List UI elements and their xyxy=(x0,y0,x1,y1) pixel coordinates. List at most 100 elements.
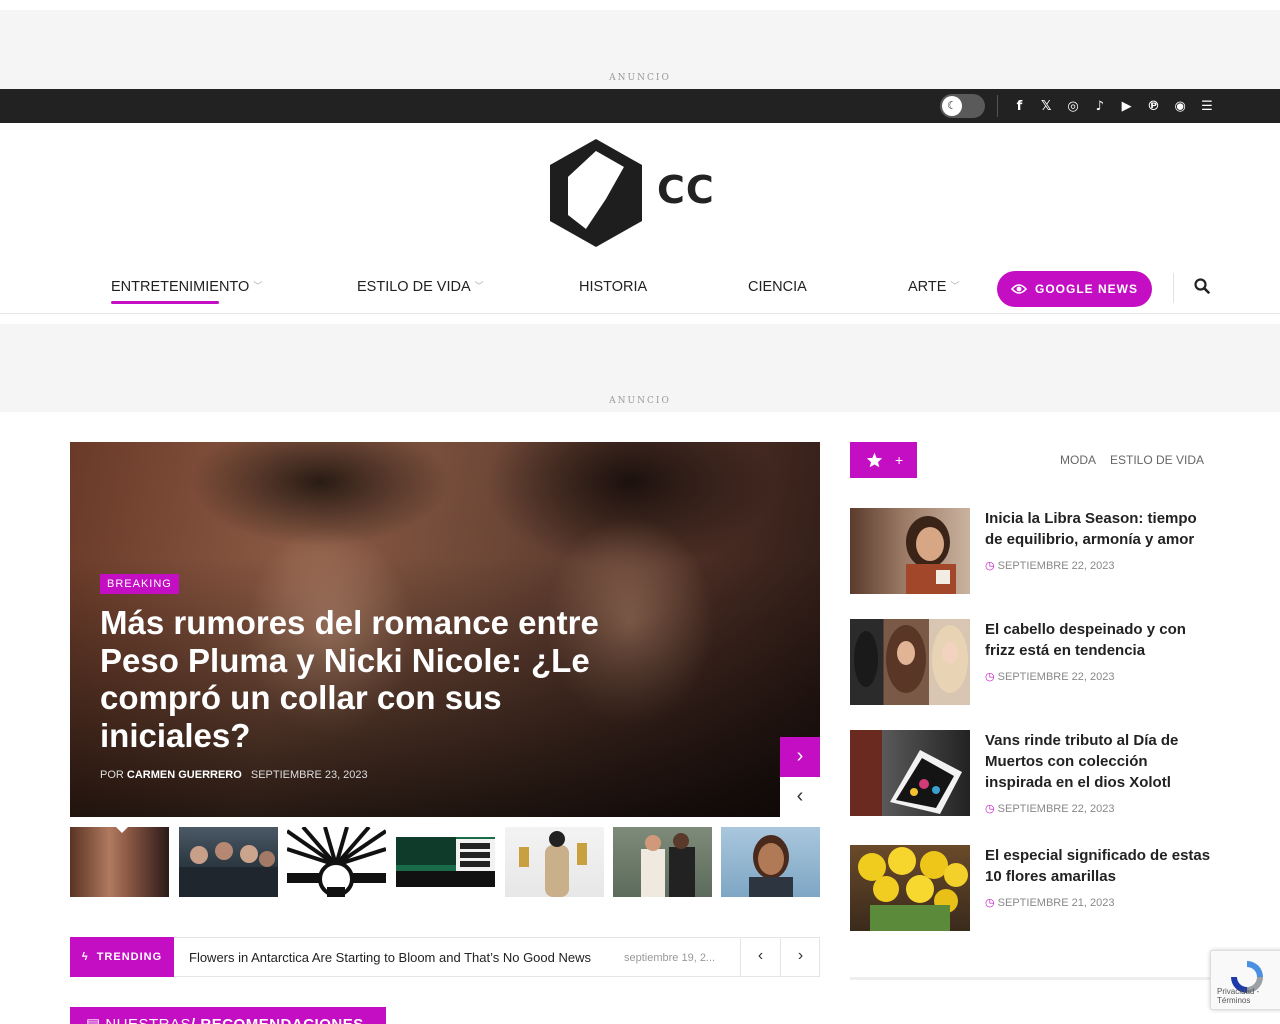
snapchat-icon[interactable]: ◉ xyxy=(1167,99,1194,114)
dark-mode-toggle[interactable]: ☾ xyxy=(940,94,985,118)
facebook-icon[interactable]: f xyxy=(1006,99,1033,114)
sidebar-featured-button[interactable]: + xyxy=(850,442,917,478)
recaptcha-badge[interactable]: Privacidad - Términos xyxy=(1210,950,1280,1010)
clock-icon: ◷ xyxy=(985,803,995,815)
google-news-label: GOOGLE NEWS xyxy=(1034,282,1138,296)
nav-item-historia[interactable]: HISTORIA xyxy=(579,279,647,295)
by-label: POR xyxy=(100,769,124,781)
hero-slide[interactable]: BREAKING Más rumores del romance entre P… xyxy=(70,442,820,817)
chevron-right-icon: › xyxy=(797,947,804,964)
chevron-right-icon: › xyxy=(796,745,804,767)
bolt-icon: ϟ xyxy=(81,951,89,963)
pinterest-icon[interactable]: ℗ xyxy=(1140,99,1167,114)
mid-ad-banner: ANUNCIO xyxy=(0,324,1280,412)
trending-date: septiembre 19, 2... xyxy=(624,952,716,964)
chevron-down-icon: ﹀ xyxy=(950,281,960,291)
moon-icon: ☾ xyxy=(942,96,962,116)
hero-author[interactable]: CARMEN GUERRERO xyxy=(127,769,242,781)
article-title[interactable]: El especial significado de estas 10 flor… xyxy=(985,845,1215,887)
hero-prev-button[interactable]: ‹ xyxy=(780,777,820,817)
sidebar-rule xyxy=(850,977,1210,980)
article-thumbnail[interactable] xyxy=(850,730,970,816)
thumbnail-image xyxy=(906,516,956,594)
thumbnail[interactable] xyxy=(721,827,820,897)
tiktok-icon[interactable]: ♪ xyxy=(1086,99,1113,114)
article-date: ◷ SEPTIEMBRE 22, 2023 xyxy=(985,802,1114,815)
trending-ticker: ϟ TRENDING Flowers in Antarctica Are Sta… xyxy=(70,937,820,977)
thumbnail-image xyxy=(287,827,386,897)
article-date: ◷ SEPTIEMBRE 22, 2023 xyxy=(985,559,1114,572)
nav-item-ciencia[interactable]: CIENCIA xyxy=(748,279,807,295)
nav-label: ARTE xyxy=(908,279,947,295)
article-title[interactable]: El cabello despeinado y con frizz está e… xyxy=(985,619,1215,661)
instagram-icon[interactable]: ◎ xyxy=(1060,99,1087,114)
thumbnail-image xyxy=(850,730,962,816)
nav-label: CIENCIA xyxy=(748,279,807,295)
hero-meta: POR CARMEN GUERRERO SEPTIEMBRE 23, 2023 xyxy=(100,769,368,781)
trending-label-text: TRENDING xyxy=(96,951,163,963)
article-thumbnail[interactable] xyxy=(850,619,970,705)
rss-icon[interactable]: ☰ xyxy=(1194,99,1221,114)
thumbnail[interactable] xyxy=(613,827,712,897)
breaking-badge[interactable]: BREAKING xyxy=(100,574,179,594)
hero-title[interactable]: Más rumores del romance entre Peso Pluma… xyxy=(100,604,600,754)
chevron-left-icon: ‹ xyxy=(757,947,764,964)
nav-divider xyxy=(1173,273,1174,303)
nav-item-arte[interactable]: ARTE ﹀ xyxy=(908,279,959,295)
chevron-down-icon: ﹀ xyxy=(474,281,484,291)
thumbnail[interactable] xyxy=(70,827,169,897)
thumbnail-image xyxy=(749,835,793,897)
tab-estilo-de-vida[interactable]: ESTILO DE VIDA xyxy=(1110,453,1204,467)
hero-date: SEPTIEMBRE 23, 2023 xyxy=(250,769,368,781)
thumbnail-image xyxy=(519,831,587,897)
article-date-text: SEPTIEMBRE 21, 2023 xyxy=(997,897,1115,909)
nav-item-estilo-de-vida[interactable]: ESTILO DE VIDA ﹀ xyxy=(357,279,484,295)
clock-icon: ◷ xyxy=(985,671,995,683)
clock-icon: ◷ xyxy=(985,897,995,909)
clock-icon: ◷ xyxy=(985,560,995,572)
main-nav: ENTRETENIMIENTO ﹀ ESTILO DE VIDA ﹀ HISTORI… xyxy=(0,267,1280,314)
thumbnail[interactable] xyxy=(505,827,604,897)
tab-moda[interactable]: MODA xyxy=(1060,453,1096,467)
star-icon xyxy=(866,452,883,468)
article-thumbnail[interactable] xyxy=(850,508,970,594)
chevron-down-icon: ﹀ xyxy=(253,281,263,291)
trending-next-button[interactable]: › xyxy=(780,937,820,977)
sidebar-tabs: MODA ESTILO DE VIDA xyxy=(1060,453,1204,467)
hero-thumbnails xyxy=(70,827,820,897)
search-icon[interactable] xyxy=(1194,278,1210,294)
thumbnail-image xyxy=(858,847,968,931)
trending-headline[interactable]: Flowers in Antarctica Are Starting to Bl… xyxy=(189,950,591,965)
thumbnail-image xyxy=(854,625,968,693)
recommendations-prefix: NUESTRAS xyxy=(105,1016,191,1024)
article-thumbnail[interactable] xyxy=(850,845,970,931)
trending-prev-button[interactable]: ‹ xyxy=(740,937,780,977)
ad-label: ANUNCIO xyxy=(609,73,671,83)
hero-next-button[interactable]: › xyxy=(780,737,820,777)
nav-item-entretenimiento[interactable]: ENTRETENIMIENTO ﹀ xyxy=(111,279,263,304)
youtube-icon[interactable]: ▶ xyxy=(1113,99,1140,114)
article-date: ◷ SEPTIEMBRE 22, 2023 xyxy=(985,670,1114,683)
nav-label: ESTILO DE VIDA xyxy=(357,279,471,295)
ad-label: ANUNCIO xyxy=(609,396,671,406)
recommendations-title: / RECOMENDACIONES xyxy=(191,1016,364,1024)
thumbnail[interactable] xyxy=(287,827,386,897)
chevron-left-icon: ‹ xyxy=(796,785,804,807)
recaptcha-text[interactable]: Privacidad - Términos xyxy=(1217,987,1280,1005)
google-news-button[interactable]: GOOGLE NEWS xyxy=(997,271,1152,307)
thumbnail[interactable] xyxy=(179,827,278,897)
thumbnail[interactable] xyxy=(396,827,495,897)
x-icon[interactable]: 𝕏 xyxy=(1033,99,1060,114)
recommendations-header: ▤ NUESTRAS/ RECOMENDACIONES xyxy=(70,1007,386,1024)
article-title[interactable]: Inicia la Libra Season: tiempo de equili… xyxy=(985,508,1215,550)
nav-label: HISTORIA xyxy=(579,279,648,295)
site-logo-icon[interactable] xyxy=(546,137,646,249)
top-bar: ☾ f 𝕏 ◎ ♪ ▶ ℗ ◉ ☰ xyxy=(0,89,1280,123)
article-title[interactable]: Vans rinde tributo al Día de Muertos con… xyxy=(985,730,1215,793)
eye-icon xyxy=(1010,284,1027,294)
logo-text[interactable]: CC xyxy=(657,168,715,212)
list-icon: ▤ xyxy=(86,1016,105,1024)
article-date-text: SEPTIEMBRE 22, 2023 xyxy=(997,803,1115,815)
thumbnail-image xyxy=(641,833,695,897)
article-date-text: SEPTIEMBRE 22, 2023 xyxy=(997,560,1115,572)
